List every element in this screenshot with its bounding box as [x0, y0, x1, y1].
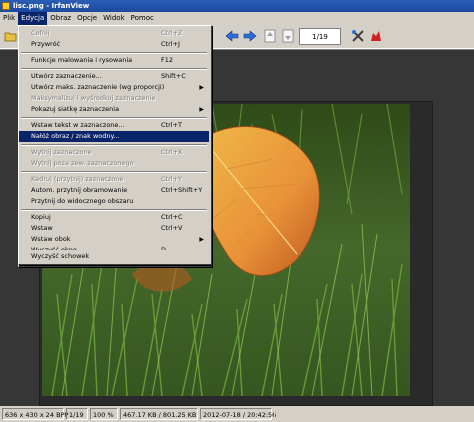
- menu-separator: [21, 68, 207, 70]
- menu-item-cut-selection[interactable]: Wytnij zaznaczone Ctrl+X: [19, 147, 209, 158]
- menu-opcje[interactable]: Opcje: [74, 12, 100, 25]
- submenu-arrow-icon: ▶: [199, 84, 204, 91]
- status-empty: [274, 408, 464, 420]
- status-zoom: 100 %: [90, 408, 118, 420]
- title-bar[interactable]: lisc.png - IrfanView: [0, 0, 474, 12]
- status-datetime: 2012-07-18 / 20:42:56: [200, 408, 276, 420]
- menu-item-cut-outside-selection[interactable]: Wytnij poza zew. zaznaczonego: [19, 158, 209, 169]
- menu-item-crop-visible-area[interactable]: Przytnij do widocznego obszaru: [19, 196, 209, 207]
- menu-separator: [21, 117, 207, 119]
- status-page: 1/19: [66, 408, 88, 420]
- menu-plik[interactable]: Plik: [0, 12, 18, 25]
- menu-item-max-selection[interactable]: Utwórz maks. zaznaczenie (wg proporcji) ▶: [19, 82, 209, 93]
- menu-separator: [21, 144, 207, 146]
- status-bar: 636 x 430 x 24 BPP 1/19 100 % 467.17 KB …: [0, 406, 474, 422]
- open-folder-icon[interactable]: [3, 28, 19, 44]
- previous-arrow-icon[interactable]: [224, 28, 240, 44]
- menu-widok[interactable]: Widok: [100, 12, 128, 25]
- first-page-icon[interactable]: [262, 28, 278, 44]
- menu-item-undo[interactable]: Cofnij Ctrl+Z: [19, 28, 209, 39]
- edit-menu-dropdown: Cofnij Ctrl+Z Przywróć Ctrl+J Funkcje malo…: [18, 25, 212, 267]
- edit-menu-dropdown-bottom: Wyczyść schowek: [18, 250, 212, 265]
- settings-tools-icon[interactable]: [350, 28, 366, 44]
- irfanview-window: lisc.png - IrfanView Plik Edycja Obraz O…: [0, 0, 474, 422]
- submenu-arrow-icon: ▶: [199, 106, 204, 113]
- menu-item-paste[interactable]: Wstaw Ctrl+V: [19, 223, 209, 234]
- menu-item-paint-functions[interactable]: Funkcje malowania i rysowania F12: [19, 55, 209, 66]
- irfanview-cat-icon[interactable]: [368, 28, 384, 44]
- menu-item-redo[interactable]: Przywróć Ctrl+J: [19, 39, 209, 50]
- last-page-icon[interactable]: [280, 28, 296, 44]
- menu-separator: [21, 209, 207, 211]
- submenu-arrow-icon: ▶: [199, 236, 204, 243]
- menu-separator: [21, 52, 207, 54]
- window-title: lisc.png - IrfanView: [13, 2, 90, 10]
- menu-item-crop-selection[interactable]: Kadruj (przytnij) zaznaczone Ctrl+Y: [19, 174, 209, 185]
- menu-obraz[interactable]: Obraz: [47, 12, 74, 25]
- menu-item-maximize-center-selection[interactable]: Maksymalizuj i wyśrodkuj zaznaczenie: [19, 93, 209, 104]
- menu-item-auto-crop-borders[interactable]: Autom. przytnij obramowanie Ctrl+Shift+Y: [19, 185, 209, 196]
- menu-bar: Plik Edycja Obraz Opcje Widok Pomoc: [0, 12, 474, 25]
- menu-item-create-selection[interactable]: Utwórz zaznaczenie... Shift+C: [19, 71, 209, 82]
- menu-edycja[interactable]: Edycja: [18, 12, 48, 25]
- menu-item-paste-beside[interactable]: Wstaw obok ▶: [19, 234, 209, 245]
- menu-separator: [21, 171, 207, 173]
- status-file-size: 467.17 KB / 801.25 KB: [120, 408, 198, 420]
- menu-item-insert-text[interactable]: Wstaw tekst w zaznaczone... Ctrl+T: [19, 120, 209, 131]
- status-dimensions: 636 x 430 x 24 BPP: [2, 408, 68, 420]
- page-indicator: 1/19: [299, 28, 341, 45]
- next-arrow-icon[interactable]: [242, 28, 258, 44]
- menu-item-clear-clipboard[interactable]: Wyczyść schowek: [19, 251, 209, 262]
- menu-item-overlay-watermark[interactable]: Nałóż obraz / znak wodny...: [19, 131, 209, 142]
- app-icon: [2, 2, 10, 10]
- menu-pomoc[interactable]: Pomoc: [128, 12, 157, 25]
- menu-item-copy[interactable]: Kopiuj Ctrl+C: [19, 212, 209, 223]
- menu-item-show-selection-grid[interactable]: Pokazuj siatkę zaznaczenia ▶: [19, 104, 209, 115]
